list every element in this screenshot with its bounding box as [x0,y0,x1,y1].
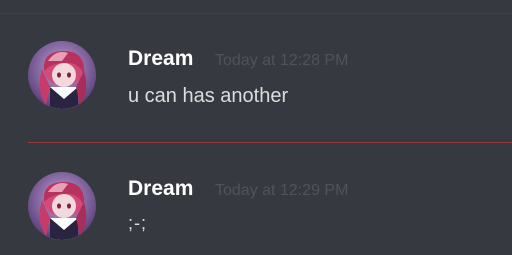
message-content: ;-; [128,213,147,233]
avatar[interactable] [28,41,96,109]
chat-messages-pane: Dream Today at 12:28 PM u can has anothe… [0,0,512,255]
message-content: u can has another [128,85,289,107]
message-timestamp: Today at 12:29 PM [215,182,349,199]
message-author[interactable]: Dream [128,48,193,69]
message-author[interactable]: Dream [128,178,193,199]
divider [0,13,512,14]
anime-avatar-icon [28,41,96,109]
new-messages-divider [28,142,512,143]
anime-avatar-icon [28,172,96,240]
avatar[interactable] [28,172,96,240]
message-timestamp: Today at 12:28 PM [215,52,349,69]
